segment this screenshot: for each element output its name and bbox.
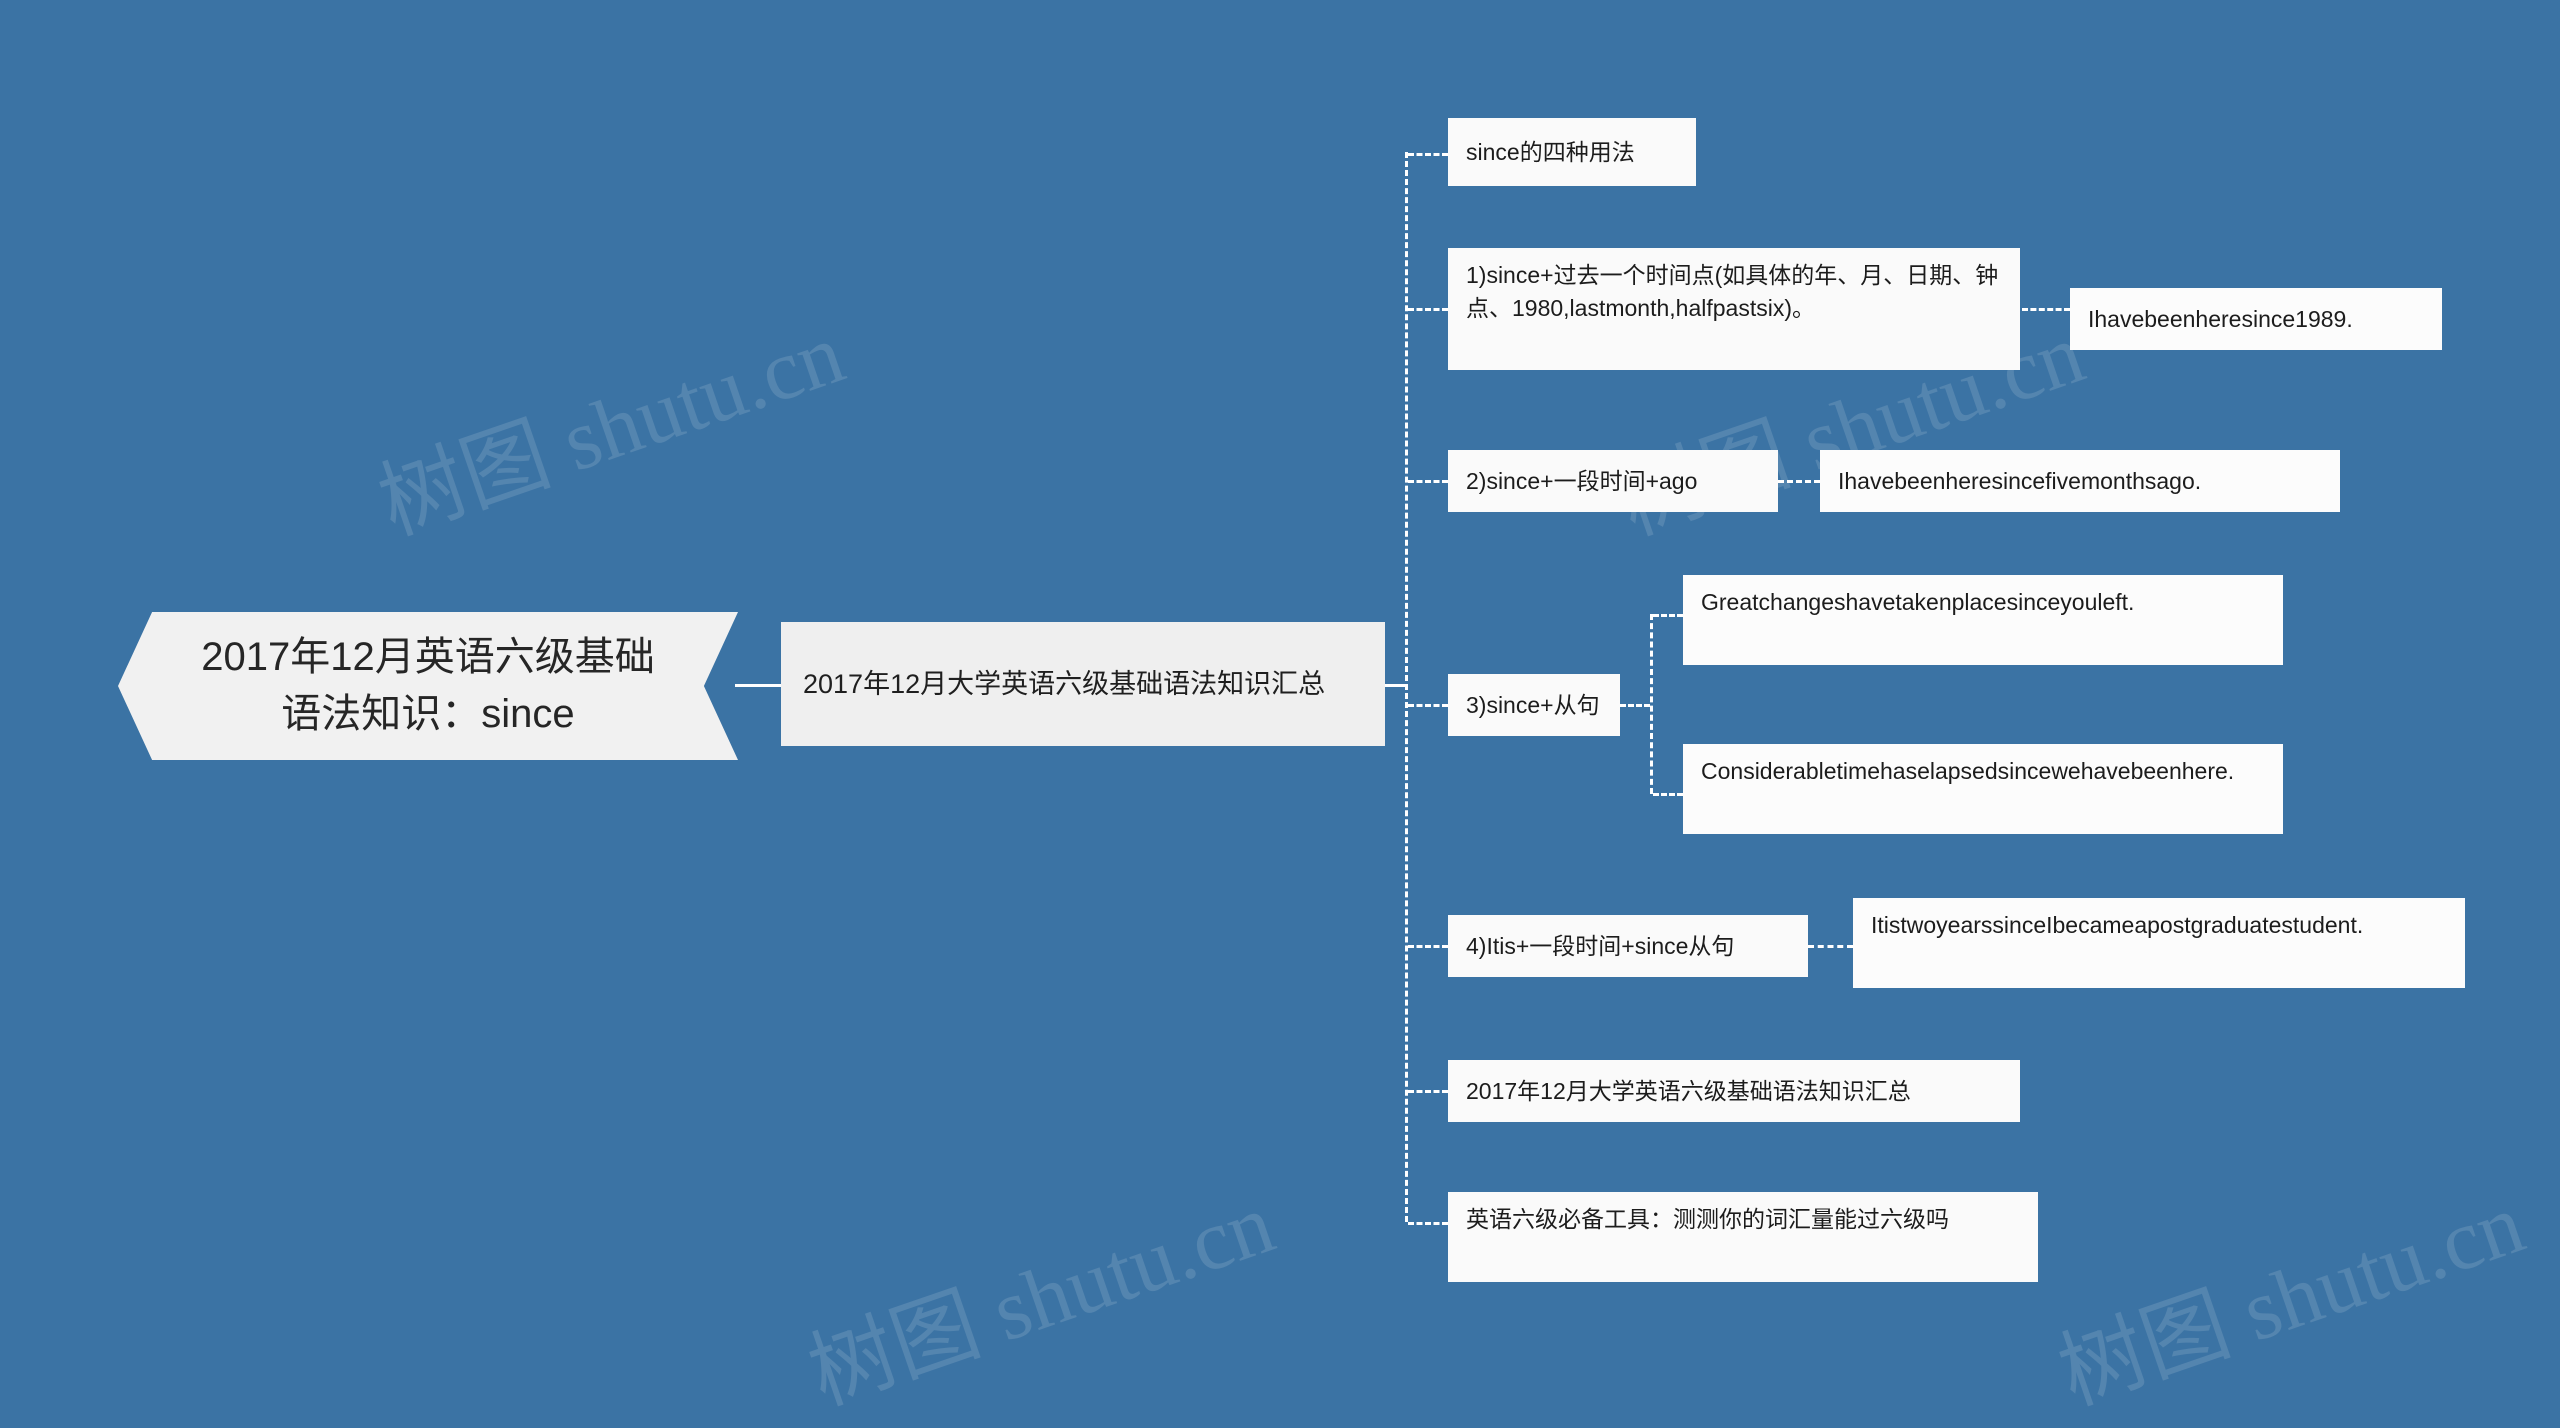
connector-branch-6 — [1408, 1090, 1448, 1093]
branch-node-3[interactable]: 2)since+一段时间+ago — [1448, 450, 1778, 512]
branch-node-5-child-1[interactable]: ItistwoyearssinceIbecameapostgraduatestu… — [1853, 898, 2465, 988]
branch-node-1-label: since的四种用法 — [1466, 138, 1635, 165]
watermark: 树图 shutu.cn — [367, 304, 855, 553]
branch-node-4-child-1-label: Greatchangeshavetakenplacesinceyouleft. — [1701, 589, 2135, 615]
branch-node-3-child-1-label: Ihavebeenheresincefivemonthsago. — [1838, 467, 2202, 494]
connector-root-to-level2 — [735, 684, 781, 687]
connector-branch-4-child-1 — [1653, 614, 1683, 617]
branch-node-2-label: 1)since+过去一个时间点(如具体的年、月、日期、钟点、1980,lastm… — [1466, 262, 1999, 321]
branch-node-2-child-1[interactable]: Ihavebeenheresince1989. — [2070, 288, 2442, 350]
level2-node-label: 2017年12月大学英语六级基础语法知识汇总 — [803, 668, 1326, 699]
connector-branch-2 — [1408, 308, 1448, 311]
branch-node-4-child-2-label: Considerabletimehaselapsedsincewehavebee… — [1701, 758, 2235, 784]
branch-node-4-child-1[interactable]: Greatchangeshavetakenplacesinceyouleft. — [1683, 575, 2283, 665]
branch-node-3-label: 2)since+一段时间+ago — [1466, 467, 1698, 494]
branch-node-6-label: 2017年12月大学英语六级基础语法知识汇总 — [1466, 1077, 1911, 1104]
branch-node-2-child-1-label: Ihavebeenheresince1989. — [2088, 305, 2353, 332]
branch-spine — [1405, 152, 1408, 1222]
branch-node-3-child-1[interactable]: Ihavebeenheresincefivemonthsago. — [1820, 450, 2340, 512]
branch-node-2[interactable]: 1)since+过去一个时间点(如具体的年、月、日期、钟点、1980,lastm… — [1448, 248, 2020, 370]
watermark: 树图 shutu.cn — [797, 1174, 1285, 1423]
connector-branch-4-child-2 — [1653, 793, 1683, 796]
root-node-label: 2017年12月英语六级基础 语法知识：since — [201, 635, 655, 736]
branch-node-1[interactable]: since的四种用法 — [1448, 118, 1696, 186]
branch-node-4[interactable]: 3)since+从句 — [1448, 674, 1620, 736]
connector-branch-4-fork — [1650, 614, 1653, 794]
connector-branch-3 — [1408, 480, 1448, 483]
branch-node-5-label: 4)Itis+一段时间+since从句 — [1466, 932, 1735, 959]
root-node[interactable]: 2017年12月英语六级基础 语法知识：since — [118, 612, 738, 760]
mindmap-canvas: 树图 shutu.cn 树图 shutu.cn 树图 shutu.cn 树图 s… — [0, 0, 2560, 1423]
connector-branch-4 — [1408, 704, 1448, 707]
branch-node-7[interactable]: 英语六级必备工具：测测你的词汇量能过六级吗 — [1448, 1192, 2038, 1282]
connector-branch-3-child-1 — [1778, 480, 1820, 483]
connector-branch-5-child-1 — [1808, 945, 1853, 948]
watermark: 树图 shutu.cn — [2047, 1174, 2535, 1423]
connector-branch-4-stub — [1620, 704, 1650, 707]
connector-branch-2-child-1 — [2022, 308, 2070, 311]
level2-node[interactable]: 2017年12月大学英语六级基础语法知识汇总 — [781, 622, 1385, 746]
branch-node-5[interactable]: 4)Itis+一段时间+since从句 — [1448, 915, 1808, 977]
connector-branch-1 — [1408, 153, 1448, 156]
connector-branch-7 — [1408, 1222, 1448, 1225]
connector-level2-to-spine — [1385, 684, 1407, 687]
branch-node-4-child-2[interactable]: Considerabletimehaselapsedsincewehavebee… — [1683, 744, 2283, 834]
branch-node-5-child-1-label: ItistwoyearssinceIbecameapostgraduatestu… — [1871, 912, 2364, 938]
branch-node-6[interactable]: 2017年12月大学英语六级基础语法知识汇总 — [1448, 1060, 2020, 1122]
connector-branch-5 — [1408, 945, 1448, 948]
branch-node-7-label: 英语六级必备工具：测测你的词汇量能过六级吗 — [1466, 1206, 1949, 1232]
branch-node-4-label: 3)since+从句 — [1466, 691, 1600, 718]
